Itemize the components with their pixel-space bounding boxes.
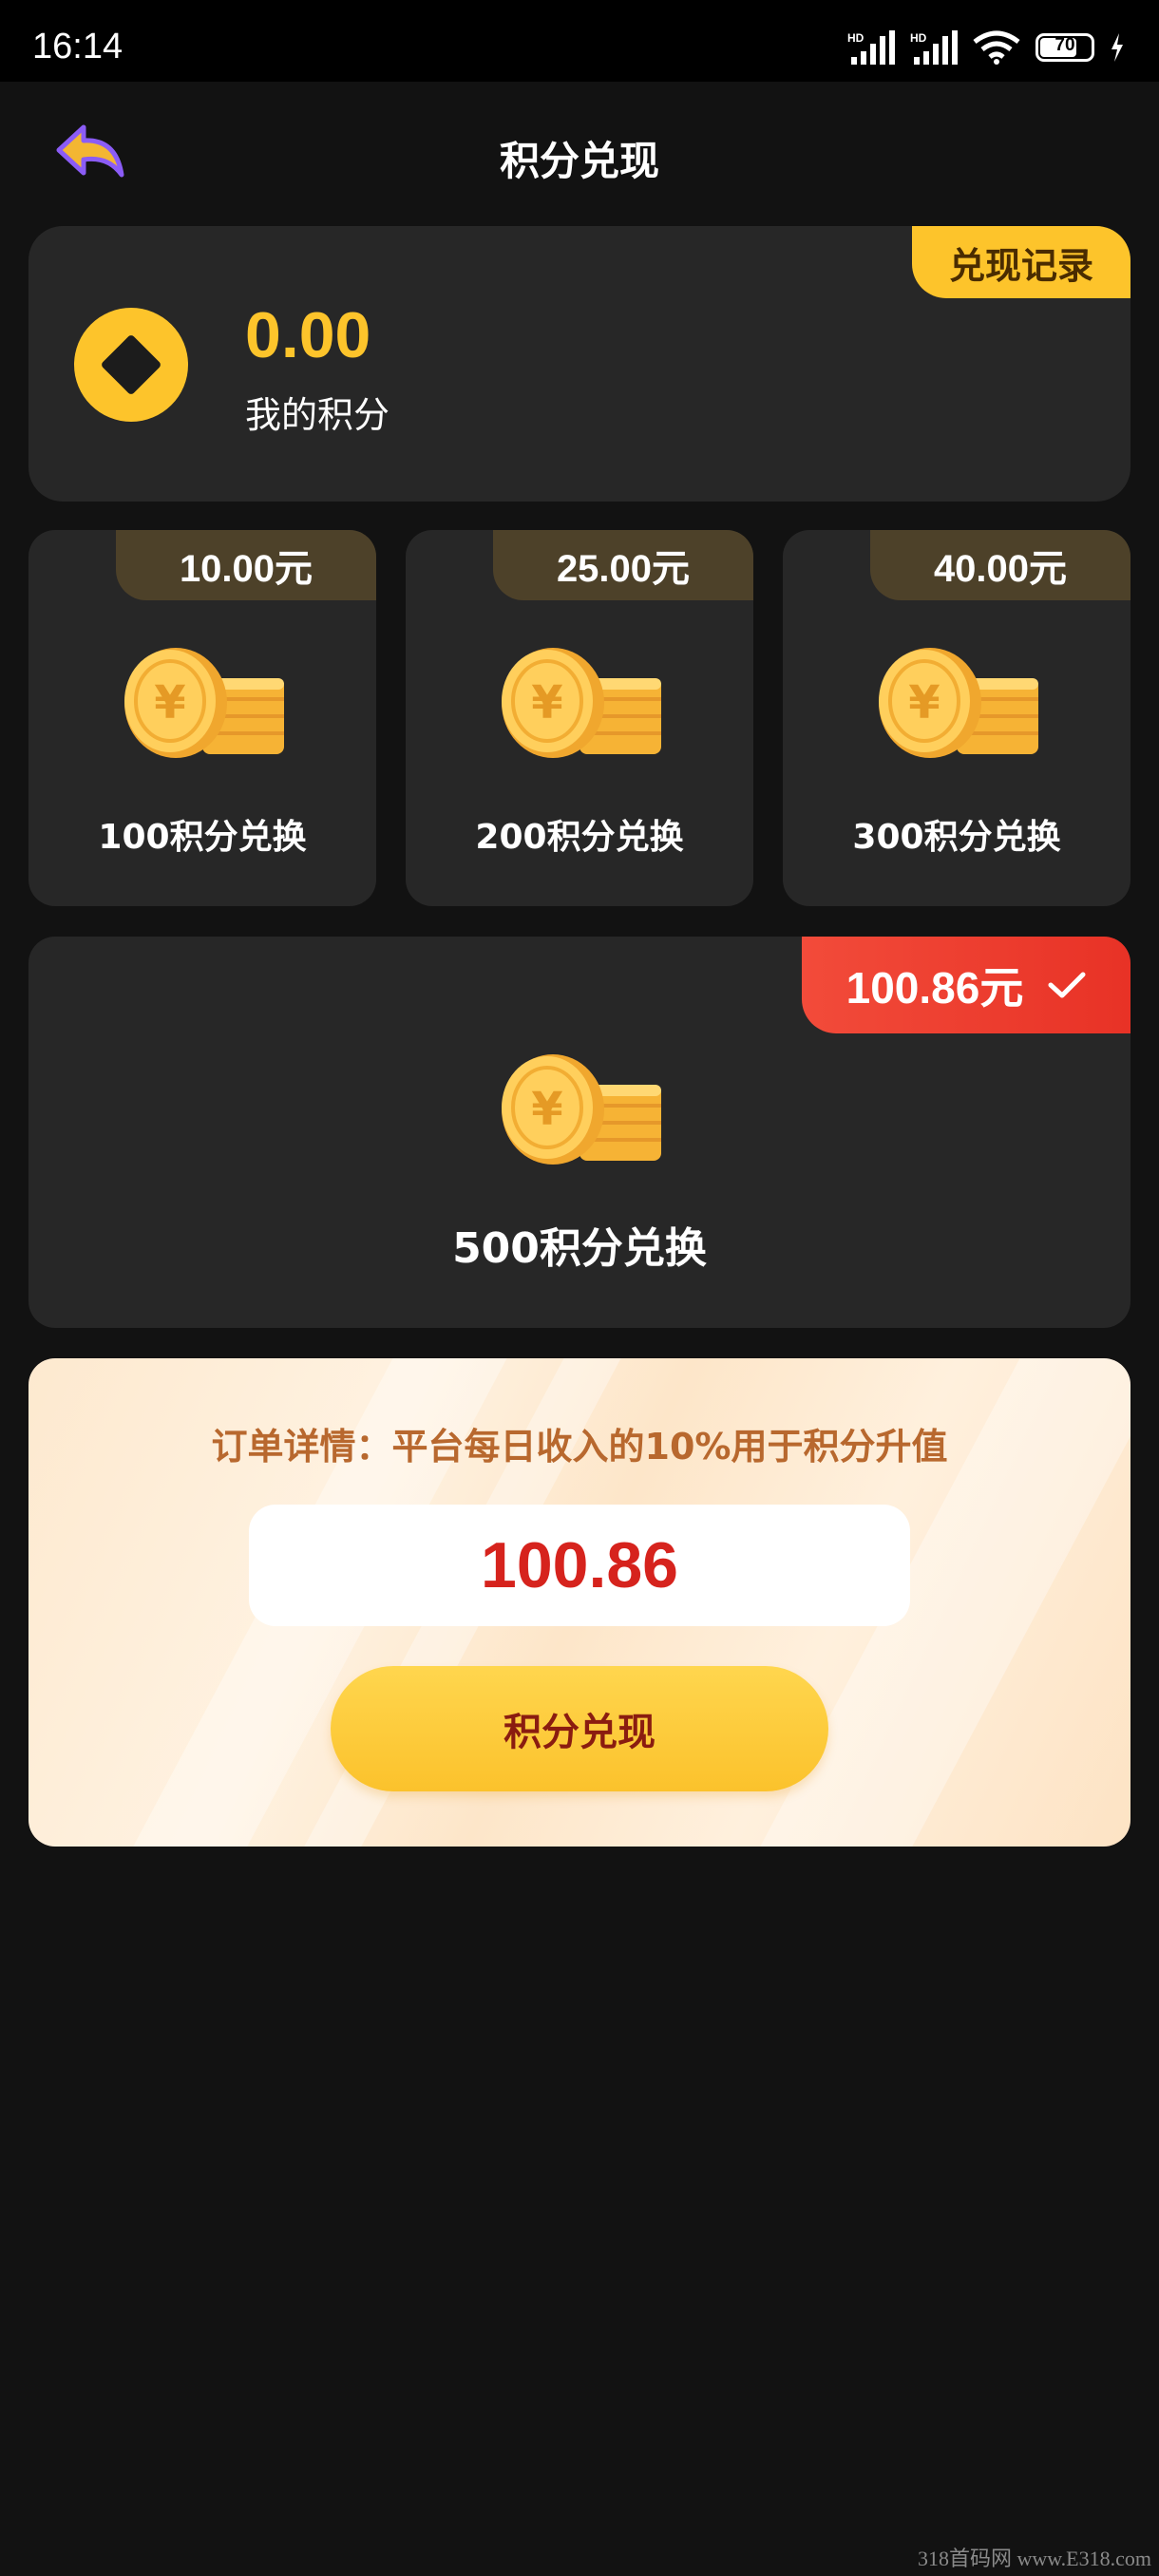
cashout-amount-box: 100.86 bbox=[249, 1505, 910, 1626]
exchange-option-500[interactable]: 100.86元 ¥ 500积分兑换 bbox=[28, 937, 1130, 1328]
coin-stack-icon: ¥ bbox=[871, 642, 1042, 760]
watermark: 318首码网 www.E318.com bbox=[917, 2547, 1151, 2570]
battery-icon: 70 bbox=[1036, 33, 1094, 62]
svg-text:HD: HD bbox=[847, 31, 864, 45]
coin-stack-icon: ¥ bbox=[494, 642, 665, 760]
exchange-option-300[interactable]: 40.00元 ¥ 300积分兑换 bbox=[783, 530, 1130, 906]
coin-stack-icon: ¥ bbox=[117, 642, 288, 760]
svg-text:HD: HD bbox=[910, 31, 927, 45]
svg-text:¥: ¥ bbox=[531, 1083, 562, 1136]
signal-icon-2: HD bbox=[910, 30, 958, 65]
points-value: 0.00 bbox=[245, 299, 371, 371]
svg-text:¥: ¥ bbox=[908, 676, 940, 729]
svg-text:¥: ¥ bbox=[531, 676, 562, 729]
selected-amount: 100.86元 bbox=[846, 963, 1024, 1013]
option-amount: 25.00元 bbox=[493, 530, 753, 600]
option-amount: 40.00元 bbox=[870, 530, 1130, 600]
order-detail: 订单详情：平台每日收入的10%用于积分升值 bbox=[211, 1426, 948, 1468]
cashout-amount: 100.86 bbox=[481, 1529, 678, 1601]
exchange-option-200[interactable]: 25.00元 ¥ 200积分兑换 bbox=[406, 530, 753, 906]
exchange-option-100[interactable]: 10.00元 ¥ 100积分兑换 bbox=[28, 530, 376, 906]
svg-text:¥: ¥ bbox=[154, 676, 185, 729]
points-label: 我的积分 bbox=[245, 394, 390, 436]
status-bar: 16:14 HD HD 70 bbox=[0, 0, 1159, 82]
status-time: 16:14 bbox=[32, 27, 124, 66]
battery-level: 70 bbox=[1054, 35, 1075, 55]
diamond-coin-icon bbox=[74, 308, 188, 422]
coin-stack-icon: ¥ bbox=[494, 1049, 665, 1166]
option-amount: 10.00元 bbox=[116, 530, 376, 600]
option-label: 100积分兑换 bbox=[98, 818, 307, 857]
signal-icon: HD bbox=[847, 30, 895, 65]
nav-bar: 积分兑现 bbox=[0, 82, 1159, 224]
page-title: 积分兑现 bbox=[499, 138, 659, 184]
wifi-icon bbox=[973, 30, 1020, 65]
status-icons: HD HD 70 bbox=[847, 28, 1125, 66]
option-label: 300积分兑换 bbox=[852, 818, 1061, 857]
cashout-record-button[interactable]: 兑现记录 bbox=[912, 226, 1130, 298]
cashout-button[interactable]: 积分兑现 bbox=[331, 1666, 828, 1791]
check-icon bbox=[1048, 972, 1086, 998]
order-panel: 订单详情：平台每日收入的10%用于积分升值 100.86 积分兑现 bbox=[28, 1358, 1130, 1847]
option-label: 200积分兑换 bbox=[475, 818, 684, 857]
charging-icon bbox=[1112, 33, 1123, 62]
points-card: 兑现记录 0.00 我的积分 bbox=[28, 226, 1130, 502]
selected-amount-tag: 100.86元 bbox=[802, 937, 1130, 1033]
option-label: 500积分兑换 bbox=[452, 1224, 707, 1273]
